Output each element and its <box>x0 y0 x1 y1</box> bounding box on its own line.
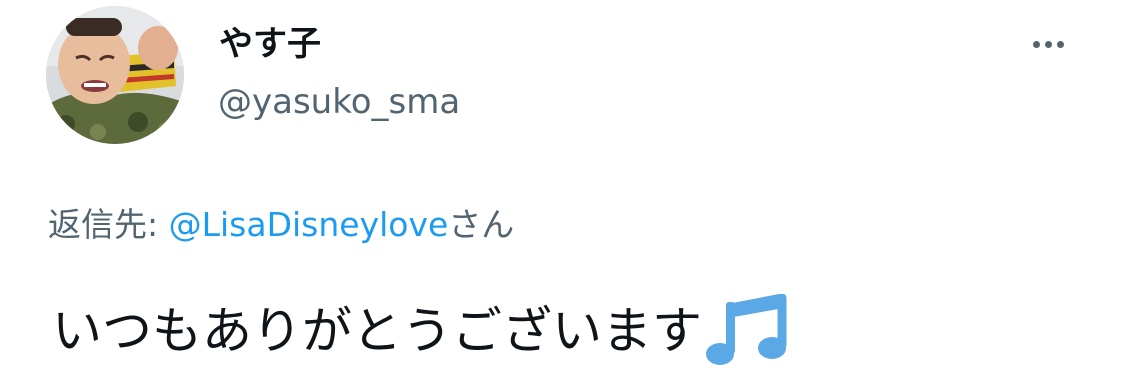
tweet-body: いつもありがとうございます <box>52 293 790 368</box>
tweet-text: いつもありがとうございます <box>52 302 702 360</box>
author-display-name[interactable]: やす子 <box>219 22 321 66</box>
more-options-button[interactable] <box>1024 26 1072 62</box>
more-horizontal-icon <box>1030 40 1066 48</box>
author-username[interactable]: @yasuko_sma <box>218 80 460 124</box>
user-avatar[interactable] <box>46 6 184 144</box>
reply-mention-link[interactable]: @LisaDisneylove <box>169 205 449 244</box>
music-notes-icon <box>706 293 790 368</box>
reply-suffix: さん <box>448 205 515 244</box>
reply-context: 返信先: @LisaDisneyloveさん <box>48 202 514 248</box>
tweet-card: やす子 @yasuko_sma 返信先: @LisaDisneyloveさん い… <box>0 0 1124 375</box>
avatar-photo-icon <box>46 6 184 144</box>
reply-prefix: 返信先: <box>48 205 169 244</box>
